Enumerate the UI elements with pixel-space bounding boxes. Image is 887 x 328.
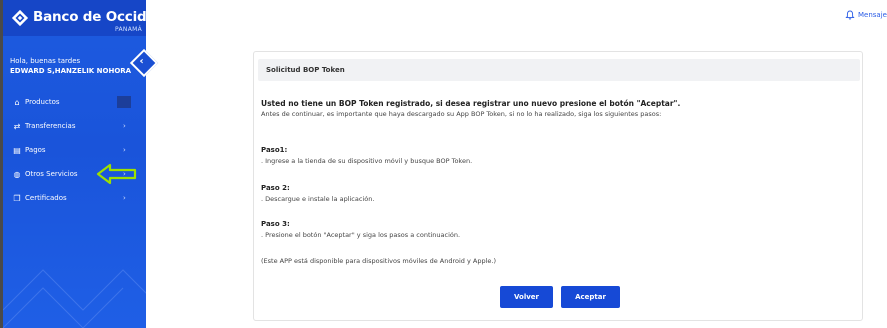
payments-icon: ▤ <box>13 145 21 155</box>
bell-icon <box>845 10 855 20</box>
sidebar-decoration <box>3 269 146 328</box>
sidebar-item-label: Transferencias <box>25 122 76 130</box>
chevron-right-icon: › <box>123 194 126 202</box>
card-header: Solicitud BOP Token <box>258 59 860 81</box>
step-2-title: Paso 2: <box>261 184 290 192</box>
services-icon: ◍ <box>13 169 21 179</box>
sidebar-item-label: Certificados <box>25 194 67 202</box>
sidebar-item-label: Productos <box>25 98 60 106</box>
sidebar-item-transferencias[interactable]: ⇄ Transferencias › <box>3 114 146 138</box>
selection-indicator <box>117 96 131 108</box>
back-button[interactable]: Volver <box>500 286 553 308</box>
messages-link[interactable]: Mensajes <box>845 10 887 20</box>
bank-logo-icon <box>11 9 29 27</box>
transfer-icon: ⇄ <box>13 121 21 131</box>
sidebar-menu: ⌂ Productos ⇄ Transferencias › ▤ Pagos ›… <box>3 90 146 210</box>
sidebar-item-productos[interactable]: ⌂ Productos <box>3 90 146 114</box>
sidebar-item-pagos[interactable]: ▤ Pagos › <box>3 138 146 162</box>
no-token-message: Usted no tiene un BOP Token registrado, … <box>261 99 681 108</box>
token-request-card: Solicitud BOP Token Usted no tiene un BO… <box>253 51 863 321</box>
brand-name[interactable]: Banco de Occidente <box>33 9 146 25</box>
brand-country: PANAMÁ <box>114 26 142 33</box>
availability-note: (Este APP está disponible para dispositi… <box>261 257 497 265</box>
certificate-icon: ❐ <box>13 193 21 203</box>
step-3-text: . Presione el botón "Aceptar" y siga los… <box>261 231 461 239</box>
sidebar-item-label: Pagos <box>25 146 46 154</box>
home-icon: ⌂ <box>14 97 20 107</box>
accept-button[interactable]: Aceptar <box>561 286 620 308</box>
step-2-text: . Descargue e instale la aplicación. <box>261 195 375 203</box>
sidebar-item-certificados[interactable]: ❐ Certificados › <box>3 186 146 210</box>
chevron-right-icon: › <box>123 146 126 154</box>
sidebar-item-label: Otros Servicios <box>25 170 78 178</box>
greeting: Hola, buenas tardes <box>10 57 81 65</box>
step-1-title: Paso1: <box>261 146 288 154</box>
chevron-right-icon: › <box>123 122 126 130</box>
chevron-left-icon: ‹ <box>139 55 144 67</box>
annotation-arrow-icon <box>96 163 137 185</box>
app-frame: Banco de Occidente PANAMÁ Hola, buenas t… <box>0 0 887 328</box>
sidebar-header: Banco de Occidente PANAMÁ <box>3 0 146 36</box>
user-name: EDWARD S,HANZELIK NOHORA <box>10 67 132 75</box>
card-title: Solicitud BOP Token <box>266 66 345 74</box>
step-3-title: Paso 3: <box>261 220 290 228</box>
instructions-intro: Antes de continuar, es importante que ha… <box>261 110 662 118</box>
step-1-text: . Ingrese a la tienda de su dispositivo … <box>261 157 473 165</box>
messages-label: Mensajes <box>858 11 887 19</box>
